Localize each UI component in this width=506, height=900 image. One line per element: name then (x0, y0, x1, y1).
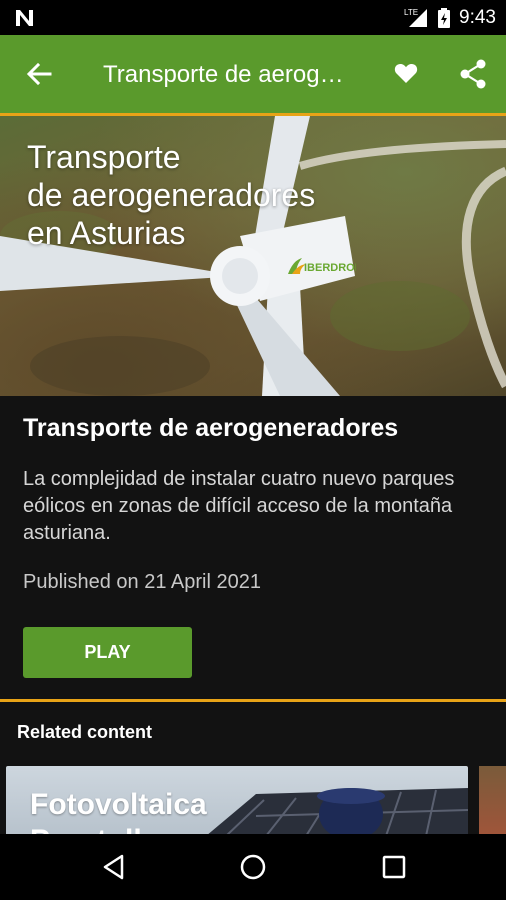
share-button[interactable] (456, 57, 490, 91)
hero-title-line: de aerogeneradores (27, 177, 316, 213)
hero-title: Transporte de aerogeneradores en Asturia… (27, 138, 367, 252)
publish-date: Published on 21 April 2021 (23, 571, 261, 593)
favorite-button[interactable] (390, 57, 422, 89)
iberdrola-logo: IBERDROLA (288, 258, 356, 274)
article-description: La complejidad de instalar cuatro nuevo … (23, 468, 455, 544)
system-nav-bar (0, 834, 506, 900)
hero-title-line: en Asturias (27, 215, 186, 251)
app-bar: Transporte de aerogeneradores (0, 35, 506, 113)
related-content-heading: Related content (17, 722, 153, 742)
hero-title-line: Transporte (27, 139, 181, 175)
heart-icon (394, 63, 418, 83)
share-icon (460, 59, 486, 89)
related-card-next[interactable] (479, 766, 506, 836)
section-divider (0, 699, 506, 702)
nav-home-icon[interactable] (239, 853, 267, 881)
hero-image[interactable]: IBERDROLA Transporte de aerogeneradores … (0, 116, 506, 396)
nav-back-icon[interactable] (100, 853, 128, 881)
related-card[interactable]: Fotovoltaica Puertollano (6, 766, 468, 836)
signal-icon: LTE (404, 8, 428, 27)
back-button[interactable] (22, 57, 56, 91)
play-button[interactable]: PLAY (23, 627, 192, 678)
related-card-title: Fotovoltaica (30, 788, 207, 821)
svg-text:IBERDROLA: IBERDROLA (304, 262, 356, 274)
arrow-left-icon (26, 62, 52, 86)
status-bar: LTE 9:43 (0, 0, 506, 35)
status-time: 9:43 (459, 7, 496, 28)
svg-text:LTE: LTE (404, 8, 418, 17)
nav-recents-icon[interactable] (380, 853, 408, 881)
notification-n-icon (16, 10, 33, 26)
page-title: Transporte de aerogeneradores (103, 61, 353, 88)
article-title: Transporte de aerogeneradores (23, 414, 399, 442)
battery-charging-icon (438, 8, 451, 28)
